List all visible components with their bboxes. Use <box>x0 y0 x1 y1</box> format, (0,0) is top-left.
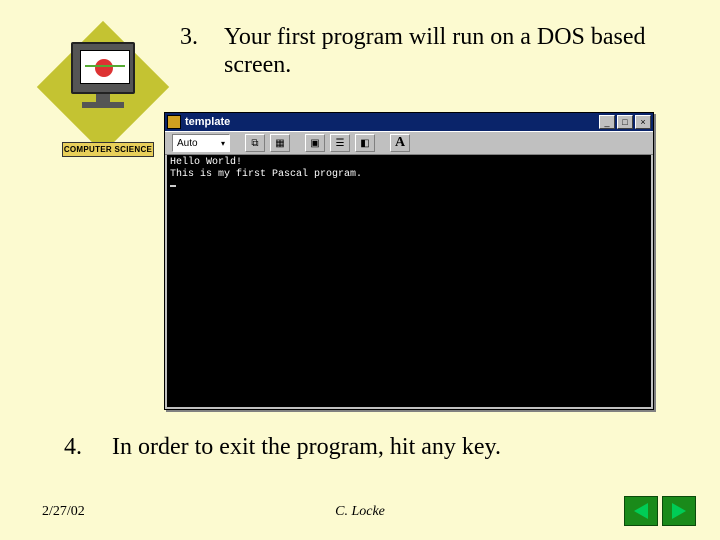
monitor-base <box>82 102 124 108</box>
monitor-icon <box>71 42 135 94</box>
dos-toolbar: Auto ▾ ⧉ ▦ ▣ ☰ ◧ A <box>165 131 653 155</box>
console-output: Hello World! This is my first Pascal pro… <box>167 155 651 407</box>
font-size-select[interactable]: Auto ▾ <box>172 134 230 152</box>
dos-window: template _ □ × Auto ▾ ⧉ ▦ ▣ ☰ ◧ A Hello … <box>164 112 654 410</box>
console-line: This is my first Pascal program. <box>170 169 362 180</box>
maximize-button[interactable]: □ <box>617 115 633 129</box>
toolbar-paste-icon[interactable]: ▦ <box>270 134 290 152</box>
minimize-button[interactable]: _ <box>599 115 615 129</box>
logo-label: COMPUTER SCIENCE <box>62 142 154 157</box>
list-number: 4. <box>64 434 112 461</box>
font-size-value: Auto <box>177 138 198 149</box>
window-titlebar: template _ □ × <box>165 113 653 131</box>
list-item-4: 4. In order to exit the program, hit any… <box>64 434 664 461</box>
chevron-down-icon: ▾ <box>221 139 225 148</box>
monitor-stand <box>96 94 110 102</box>
list-text: Your first program will run on a DOS bas… <box>224 24 670 80</box>
toolbar-font-icon[interactable]: A <box>390 134 410 152</box>
arrow-left-icon <box>634 503 648 519</box>
toolbar-fullscreen-icon[interactable]: ▣ <box>305 134 325 152</box>
slide-nav <box>624 496 696 526</box>
prev-slide-button[interactable] <box>624 496 658 526</box>
system-menu-icon[interactable] <box>167 115 181 129</box>
toolbar-properties-icon[interactable]: ☰ <box>330 134 350 152</box>
toolbar-background-icon[interactable]: ◧ <box>355 134 375 152</box>
list-text: In order to exit the program, hit any ke… <box>112 434 664 461</box>
course-logo: COMPUTER SCIENCE <box>38 22 168 152</box>
console-line: Hello World! <box>170 157 242 168</box>
close-button[interactable]: × <box>635 115 651 129</box>
footer-author: C. Locke <box>0 504 720 520</box>
window-title: template <box>185 116 599 128</box>
toolbar-copy-icon[interactable]: ⧉ <box>245 134 265 152</box>
list-item-3: 3. Your first program will run on a DOS … <box>180 24 670 80</box>
next-slide-button[interactable] <box>662 496 696 526</box>
arrow-right-icon <box>672 503 686 519</box>
text-cursor <box>170 185 176 187</box>
list-number: 3. <box>180 24 224 80</box>
